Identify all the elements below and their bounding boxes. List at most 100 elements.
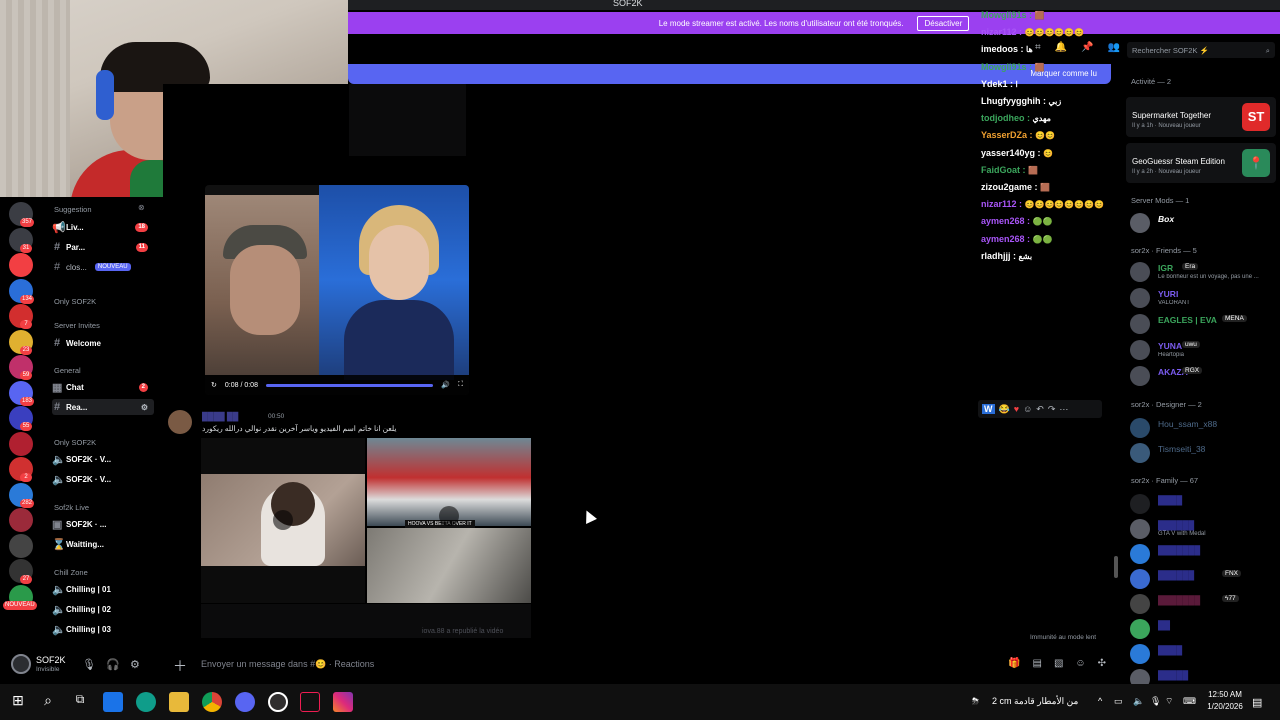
member-item[interactable]: ███████ ϟ77	[1130, 592, 1280, 614]
member-item[interactable]: EAGLES | EVA MENA	[1130, 312, 1280, 334]
microphone-icon[interactable]: 🎙	[82, 658, 96, 671]
wifi-icon[interactable]: ⌔	[1165, 696, 1173, 707]
channel-clos[interactable]: # clos... NOUVEAU	[52, 259, 154, 275]
avatar[interactable]	[168, 410, 192, 434]
heart-reaction-icon[interactable]: ♥	[1014, 404, 1019, 414]
member-item[interactable]: ██████ GTA V with Medal	[1130, 517, 1280, 539]
laugh-reaction-icon[interactable]: 😂	[999, 404, 1010, 415]
member-item[interactable]: Hou_ssam_x88	[1130, 416, 1280, 438]
video-thumbnail[interactable]	[201, 438, 365, 603]
weather-text[interactable]: 2 cm من الأمطار قادمة	[992, 696, 1078, 707]
voice-chilling-01[interactable]: 🔈 Chilling | 01	[52, 581, 154, 597]
avatar[interactable]	[11, 654, 31, 674]
voice-chilling-03[interactable]: 🔈 Chilling | 03	[52, 621, 154, 637]
channel-live[interactable]: 📢 Liv... 18	[52, 219, 154, 235]
activity-card[interactable]: Supermarket Together Il y a 1h · Nouveau…	[1126, 97, 1276, 137]
category-general[interactable]: General	[54, 366, 81, 375]
word-reaction-icon[interactable]: W	[982, 404, 995, 414]
obs-icon[interactable]	[268, 692, 288, 712]
category-server-invites[interactable]: Server Invites	[54, 321, 100, 330]
more-icon[interactable]: ⋯	[1059, 404, 1068, 415]
search-input[interactable]: Rechercher SOF2K ⚡ ⌕	[1127, 42, 1275, 58]
settings-icon[interactable]: ⚙	[141, 403, 148, 412]
category-chill-zone[interactable]: Chill Zone	[54, 568, 88, 577]
gift-icon[interactable]: 🎁	[1008, 658, 1020, 669]
network-icon[interactable]: ▭	[1114, 696, 1123, 707]
members-icon[interactable]: 👥	[1108, 42, 1120, 53]
channel-reactions[interactable]: # Rea... ⚙	[52, 399, 154, 415]
add-attachment-icon[interactable]: ＋	[173, 656, 187, 676]
server-icon[interactable]	[9, 431, 33, 456]
tray-chevron-icon[interactable]: ^	[1098, 696, 1102, 706]
edge-icon[interactable]	[136, 692, 156, 712]
member-item[interactable]: ████	[1130, 492, 1280, 514]
member-item[interactable]: ███████	[1130, 542, 1280, 564]
task-view-icon[interactable]: ⧉	[70, 692, 90, 712]
forward-icon[interactable]: ↷	[1048, 404, 1056, 415]
gif-icon[interactable]: ▤	[1032, 658, 1041, 669]
sticker-icon[interactable]: ▧	[1054, 658, 1063, 669]
video-thumbnail[interactable]: HOOVA VS BETTA OVER IT	[367, 438, 531, 528]
category-only-sof2k-2[interactable]: Only SOF2K	[54, 438, 96, 447]
discord-icon[interactable]	[235, 692, 255, 712]
fullscreen-icon[interactable]: ⛶	[458, 381, 463, 389]
system-clock[interactable]: 12:50 AM 1/20/2026	[1200, 689, 1250, 713]
video-progress[interactable]	[265, 383, 434, 387]
chrome-icon[interactable]	[202, 692, 222, 712]
member-item[interactable]: Tismseiti_38	[1130, 441, 1280, 463]
emoji-icon[interactable]: ☺	[1075, 658, 1085, 669]
scrollbar[interactable]	[1114, 556, 1118, 578]
member-item[interactable]: ████	[1130, 642, 1280, 664]
weather-icon[interactable]: ⛈	[972, 696, 979, 707]
voice-channel-1[interactable]: 🔈 SOF2K · V...	[52, 451, 154, 467]
channel-live-voice[interactable]: ▣ SOF2K · ...	[52, 516, 154, 532]
channel-welcome[interactable]: # Welcome	[52, 335, 154, 351]
folder-icon[interactable]	[169, 692, 189, 712]
volume-icon[interactable]: 🔈	[1133, 696, 1144, 707]
store-icon[interactable]	[103, 692, 123, 712]
tiktok-icon[interactable]	[300, 692, 320, 712]
replay-icon[interactable]: ↻	[211, 381, 217, 389]
category-suggestion[interactable]: Suggestion	[54, 205, 92, 214]
channel-waiting[interactable]: ⌛ Waitting...	[52, 536, 154, 552]
category-only-sof2k[interactable]: Only SOF2K	[54, 297, 96, 306]
server-icon[interactable]	[9, 253, 33, 277]
server-icon[interactable]	[9, 508, 33, 532]
member-item[interactable]: YURI VALORANT	[1130, 286, 1280, 308]
server-icon[interactable]	[9, 533, 33, 558]
headphones-icon[interactable]: 🎧	[106, 658, 120, 671]
play-icon[interactable]	[439, 506, 459, 526]
video-attachment[interactable]: ↻ 0:08 / 0:08 🔊 ⛶	[205, 185, 469, 395]
voice-channel-2[interactable]: 🔈 SOF2K · V...	[52, 471, 154, 487]
gear-icon[interactable]: ⚙	[130, 658, 140, 671]
play-icon[interactable]	[273, 510, 293, 530]
add-reaction-icon[interactable]: ☺	[1023, 404, 1032, 414]
member-item[interactable]: ██████ FNX	[1130, 567, 1280, 589]
message-input[interactable]: Envoyer un message dans #😊 · Reactions	[201, 659, 374, 670]
volume-icon[interactable]: 🔊	[441, 381, 450, 389]
instagram-icon[interactable]	[333, 692, 353, 712]
mic-icon[interactable]: 🎙	[1150, 696, 1161, 707]
deactivate-button[interactable]: Désactiver	[917, 15, 970, 31]
voice-chilling-02[interactable]: 🔈 Chilling | 02	[52, 601, 154, 617]
apps-icon[interactable]: ✣	[1098, 658, 1106, 669]
close-icon[interactable]: ⊗	[138, 203, 145, 212]
member-item[interactable]: IGR Le bonheur est un voyage, pas une ...…	[1130, 260, 1280, 282]
message-author[interactable]: ████ ██	[202, 412, 238, 421]
image-thumbnail[interactable]	[367, 528, 531, 603]
member-item[interactable]: AKAZA RGX	[1130, 364, 1280, 386]
member-item[interactable]: YUNA Heartopia uwu	[1130, 338, 1280, 360]
reply-icon[interactable]: ↶	[1036, 404, 1044, 415]
channel-par[interactable]: # Par... 11	[52, 239, 154, 255]
search-icon[interactable]: ⌕	[38, 692, 58, 712]
category-sof2k-live[interactable]: Sof2k Live	[54, 503, 89, 512]
member-item[interactable]: Box	[1130, 211, 1280, 233]
server-badge: 183	[20, 396, 35, 406]
channel-chat[interactable]: ▦ Chat 2	[52, 379, 154, 395]
avatar	[1130, 262, 1150, 282]
keyboard-icon[interactable]: ⌨	[1183, 696, 1196, 707]
windows-start-icon[interactable]: ⊞	[8, 692, 28, 712]
activity-card[interactable]: GeoGuessr Steam Edition Il y a 2h · Nouv…	[1126, 143, 1276, 183]
notification-icon[interactable]: ▤	[1252, 696, 1262, 709]
member-item[interactable]: ██	[1130, 617, 1280, 639]
